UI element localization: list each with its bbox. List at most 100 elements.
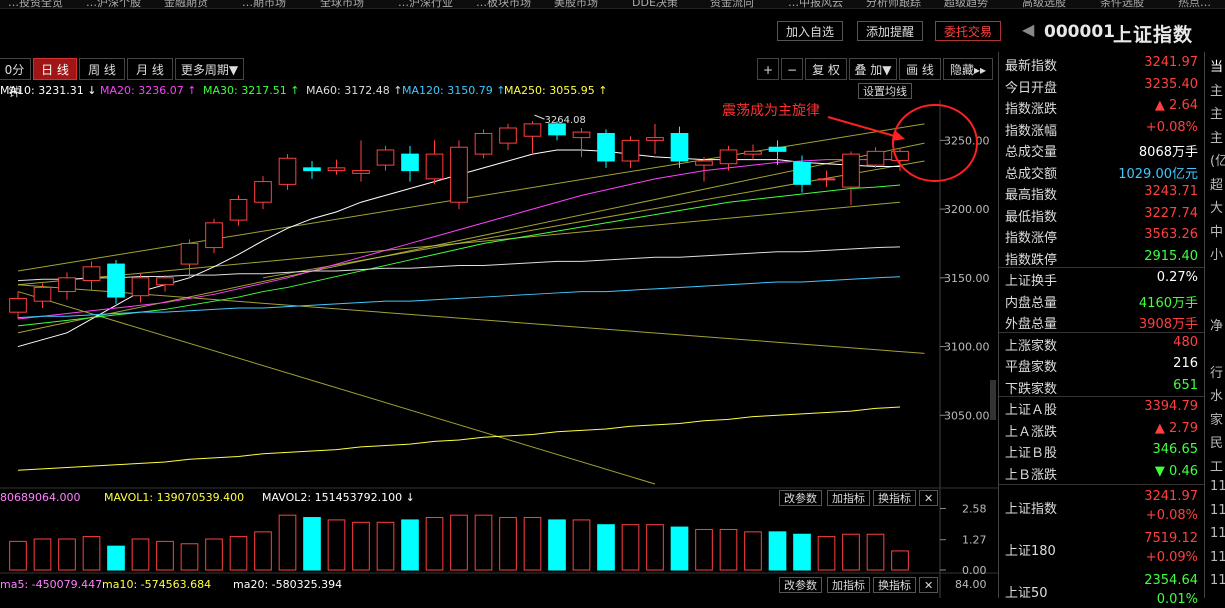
candle: [278, 157, 297, 185]
quote-value: 0.27%: [1156, 270, 1198, 285]
index-change: 0.01%: [1156, 592, 1198, 607]
ma-settings-button[interactable]: 设置均线: [858, 83, 912, 99]
volume-bar: [180, 543, 199, 571]
index-row[interactable]: 上证指数 3241.97 +0.08%: [999, 486, 1204, 524]
ma120-label: MA120: 3150.79 ↑: [402, 84, 506, 97]
tab-weekly[interactable]: 周 线: [79, 58, 125, 80]
candle: [866, 150, 885, 166]
quote-value: 216: [1173, 356, 1198, 371]
quote-row: 指数跌停 2915.40: [999, 246, 1204, 268]
tab-daily[interactable]: 日 线: [33, 58, 77, 80]
restore-rights-button[interactable]: 复 权: [805, 58, 847, 80]
ma10-label: MA10: 3231.31 ↓: [0, 84, 97, 97]
volume-bar: [597, 524, 615, 571]
quote-label: 上证Ｂ股: [1005, 446, 1058, 461]
volume-add-indicator-button[interactable]: 加指标: [827, 490, 870, 506]
candle: [180, 242, 199, 265]
tab-monthly[interactable]: 月 线: [127, 58, 173, 80]
quote-row: 指数涨幅 +0.08%: [999, 117, 1204, 139]
volume-bar: [695, 528, 713, 571]
quote-label: 指数涨跌: [1005, 102, 1058, 117]
edge-label: 净: [1210, 318, 1224, 334]
draw-line-button[interactable]: 画 线: [899, 58, 941, 80]
quote-row: 上证Ｂ股 346.65: [999, 439, 1204, 461]
price-axis: 3250.00 3200.00 3150.00 3100.00 3050.00: [940, 134, 990, 422]
zoom-in-button[interactable]: +: [757, 58, 779, 80]
quote-value: 2915.40: [1144, 248, 1198, 264]
index-row[interactable]: 上证50 2354.64 0.01%: [999, 570, 1204, 608]
index-row[interactable]: 上证180 7519.12 +0.09%: [999, 528, 1204, 566]
volume-bar: [156, 540, 174, 571]
add-alert-button[interactable]: 添加提醒: [857, 21, 924, 41]
hide-panel-button[interactable]: 隐藏▸▸: [943, 58, 993, 80]
volume-bar: [572, 519, 591, 571]
candle: [646, 137, 664, 141]
volume-bar: [254, 531, 272, 571]
volume-params-button[interactable]: 改参数: [779, 490, 822, 506]
edge-label: 主: [1210, 107, 1224, 122]
edge-label: 家: [1210, 412, 1224, 428]
scroll-handle[interactable]: [990, 380, 996, 420]
vol-value: 80689064.000: [0, 491, 81, 504]
chart-area: 3250.00 3200.00 3150.00 3100.00 3050.00 2.58…: [0, 100, 998, 598]
quote-label: 总成交量: [1005, 145, 1058, 160]
volume-switch-indicator-button[interactable]: 换指标: [873, 490, 916, 506]
quote-row: 总成交额 1029.00亿元: [999, 160, 1204, 182]
price-tick-label: 3200.00: [944, 203, 990, 216]
quote-label: 指数涨停: [1005, 231, 1058, 246]
volume-close-icon[interactable]: ✕: [919, 490, 939, 506]
macd-switch-indicator-button[interactable]: 换指标: [873, 577, 916, 593]
macd-close-icon[interactable]: ✕: [919, 577, 939, 593]
volume-bar: [548, 519, 566, 571]
volume-bar: [842, 533, 860, 571]
volume-bar: [719, 528, 738, 571]
volume-bar: [303, 517, 321, 571]
edge-label: 当: [1210, 60, 1224, 75]
edge-label: 小: [1210, 248, 1224, 263]
edge-label: 11: [1210, 502, 1225, 518]
quote-value: 3563.26: [1144, 227, 1198, 242]
volume-bar: [450, 514, 468, 571]
candle: [695, 160, 713, 166]
quote-row: 内盘总量 4160万手: [999, 289, 1204, 311]
quote-label: 外盘总量: [1005, 317, 1058, 332]
quote-value: ▲ 2.64: [1154, 98, 1198, 113]
candle: [131, 277, 150, 297]
edge-label: 工: [1210, 459, 1224, 475]
quote-label: 最新指数: [1005, 59, 1058, 74]
edge-label: 水: [1210, 389, 1224, 404]
volume-bar: [425, 517, 444, 571]
candle: [597, 132, 615, 162]
quote-label: 最高指数: [1005, 188, 1058, 203]
volume-bar: [891, 550, 909, 571]
trade-button[interactable]: 委托交易: [935, 21, 1002, 41]
volume-bar: [82, 536, 101, 571]
edge-label: 主: [1210, 83, 1224, 99]
candle: [450, 146, 468, 203]
candle: [82, 266, 101, 282]
volume-bar: [33, 538, 52, 571]
quote-value: 1029.00亿元: [1118, 166, 1198, 182]
quote-label: 上Ａ涨跌: [1005, 424, 1058, 440]
quote-label: 今日开盘: [1005, 80, 1058, 96]
candle: [670, 132, 689, 162]
index-change: +0.09%: [1145, 550, 1198, 565]
candle: [621, 139, 640, 162]
macd-add-indicator-button[interactable]: 加指标: [827, 577, 870, 593]
zoom-out-button[interactable]: −: [781, 58, 803, 80]
add-watchlist-button[interactable]: 加入自选: [777, 21, 844, 41]
tab-more-periods[interactable]: 更多周期▼: [175, 58, 244, 80]
macd-ma10: ma10: -574563.684: [102, 578, 212, 591]
tab-minute[interactable]: 0分钟: [0, 58, 31, 99]
volume-bar: [229, 536, 248, 571]
overlay-button[interactable]: 叠 加▼: [849, 58, 897, 80]
price-tick-label: 3150.00: [944, 272, 990, 285]
quote-label: 最低指数: [1005, 209, 1058, 225]
volume-bar: [278, 514, 297, 571]
prev-stock-icon[interactable]: ◀: [1022, 20, 1034, 39]
quote-row: 总成交量 8068万手: [999, 138, 1204, 160]
quote-row: 指数涨停 3563.26: [999, 224, 1204, 246]
quote-row: 上涨家数 480: [999, 332, 1204, 354]
macd-params-button[interactable]: 改参数: [779, 577, 822, 593]
ma30-label: MA30: 3217.51 ↑: [203, 84, 300, 97]
